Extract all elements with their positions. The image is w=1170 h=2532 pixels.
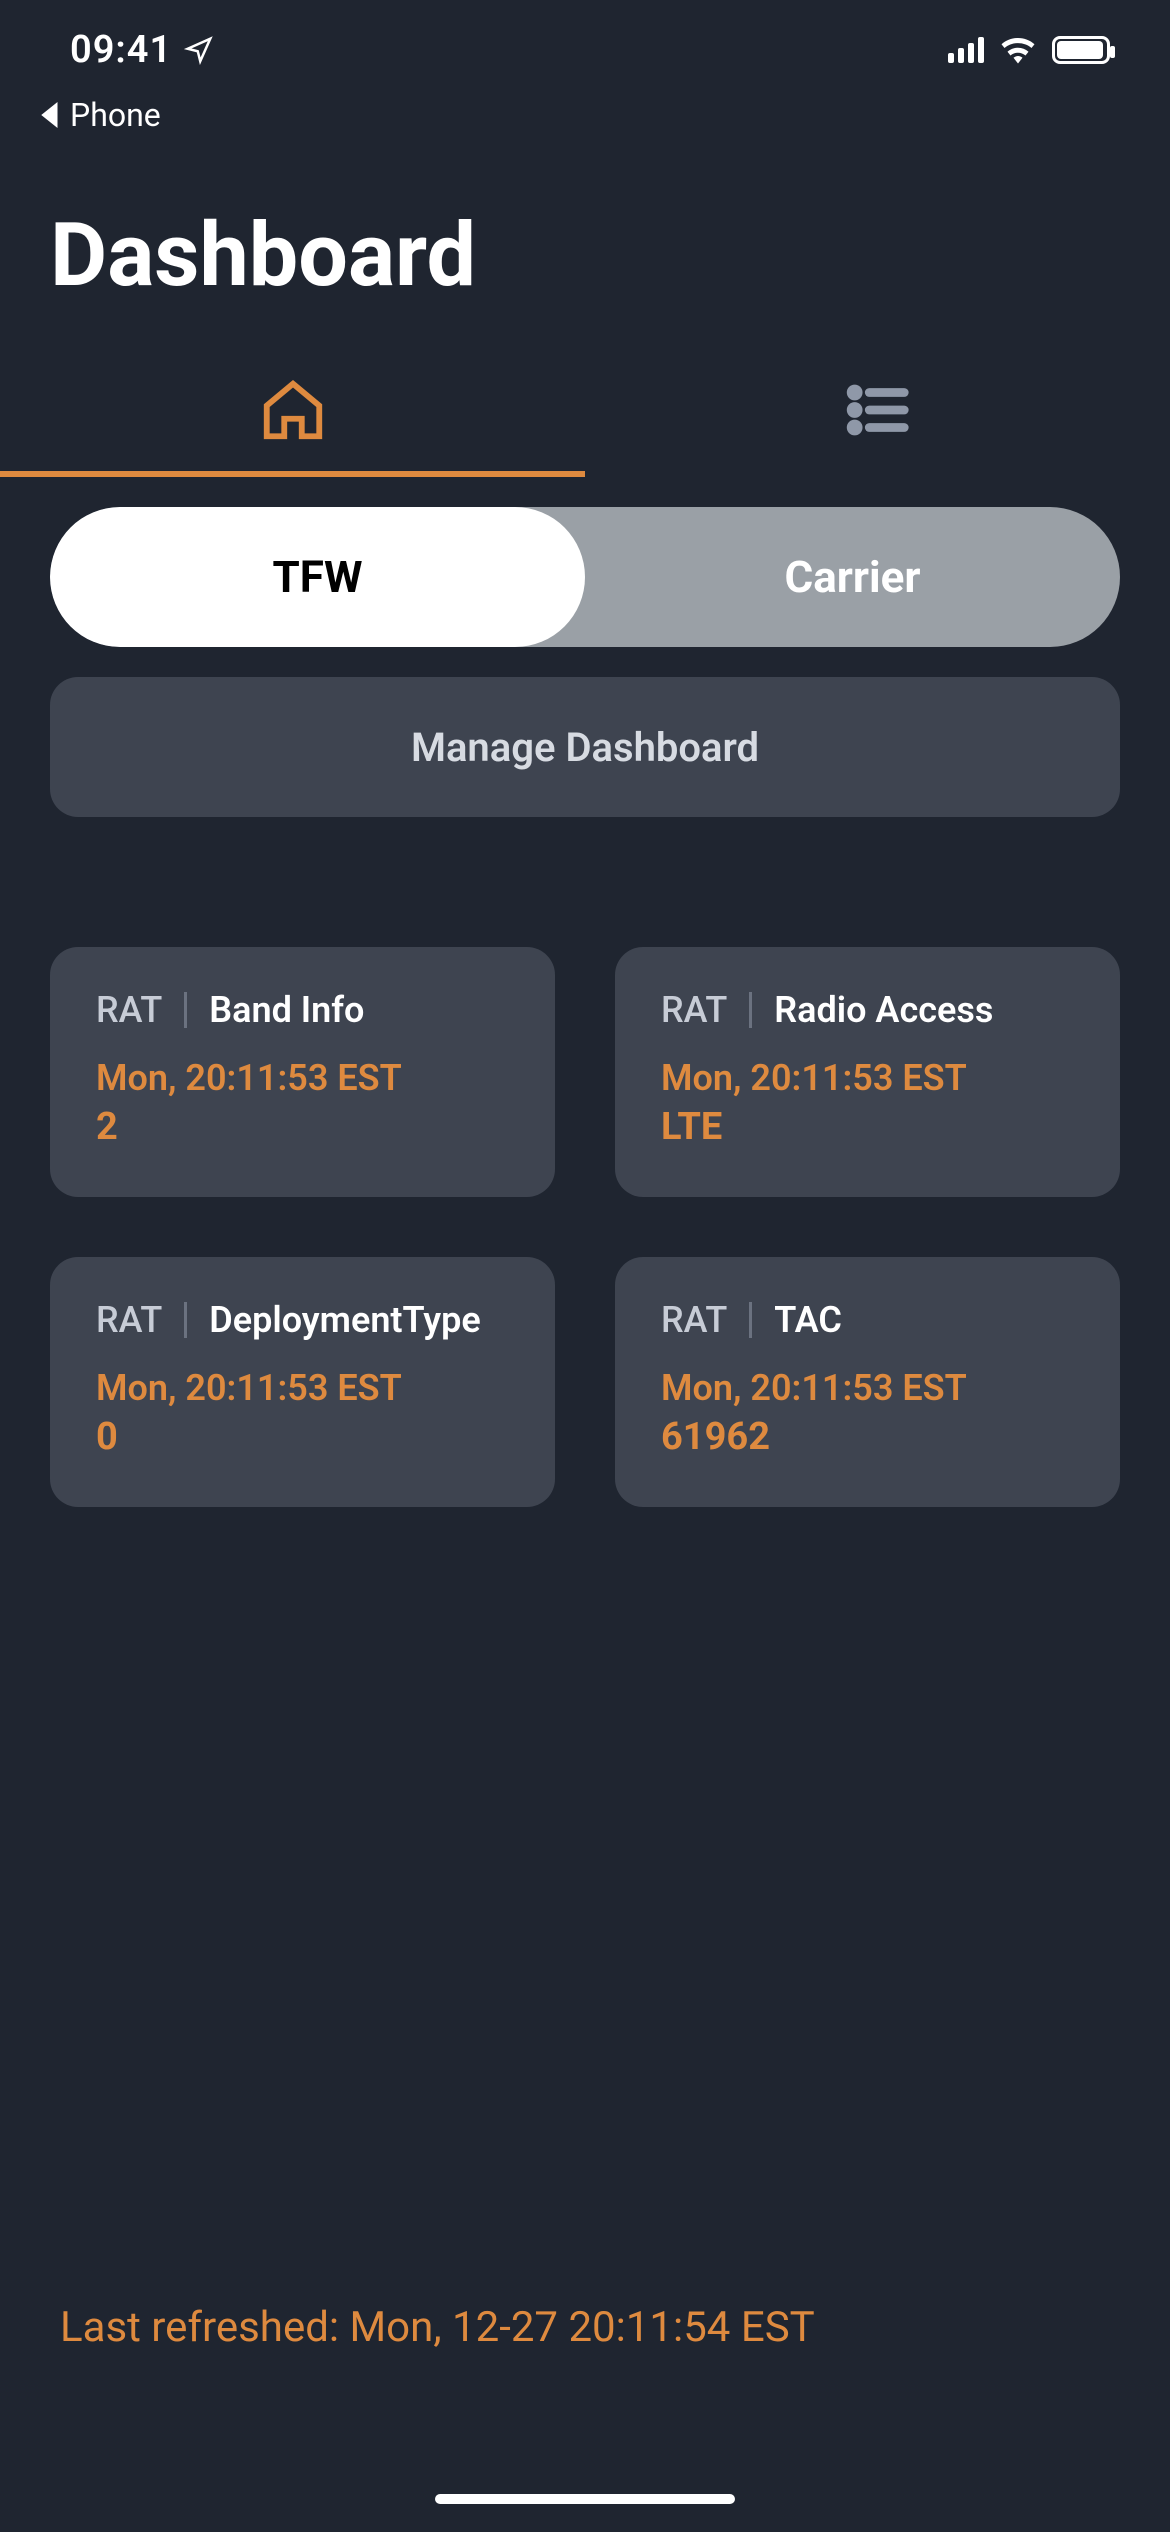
card-grid: RAT Band Info Mon, 20:11:53 EST 2 RAT Ra… [0, 817, 1170, 1507]
card-category: RAT [661, 989, 727, 1031]
card-value: LTE [661, 1105, 1074, 1149]
card-header: RAT Radio Access [661, 989, 1074, 1031]
segment-tfw[interactable]: TFW [50, 507, 585, 647]
card-title: Radio Access [774, 989, 993, 1031]
card-header: RAT TAC [661, 1299, 1074, 1341]
card-value: 0 [96, 1415, 509, 1459]
card-value: 2 [96, 1105, 509, 1149]
card-tac[interactable]: RAT TAC Mon, 20:11:53 EST 61962 [615, 1257, 1120, 1507]
card-header: RAT Band Info [96, 989, 509, 1031]
card-title: Band Info [209, 989, 364, 1031]
card-timestamp: Mon, 20:11:53 EST [96, 1057, 509, 1099]
card-timestamp: Mon, 20:11:53 EST [96, 1367, 509, 1409]
status-bar: 09:41 [0, 0, 1170, 100]
back-caret-icon [40, 102, 62, 128]
card-category: RAT [96, 1299, 162, 1341]
divider-icon [749, 1302, 752, 1338]
page-title: Dashboard [0, 134, 1170, 347]
manage-dashboard-button[interactable]: Manage Dashboard [50, 677, 1120, 817]
status-left: 09:41 [70, 28, 214, 72]
card-category: RAT [661, 1299, 727, 1341]
card-radio-access[interactable]: RAT Radio Access Mon, 20:11:53 EST LTE [615, 947, 1120, 1197]
last-refreshed-value: Mon, 12-27 20:11:54 EST [350, 2303, 815, 2352]
home-indicator[interactable] [435, 2494, 735, 2504]
tab-home[interactable] [0, 347, 585, 477]
last-refreshed-label: Last refreshed: [60, 2303, 350, 2352]
home-icon [258, 375, 328, 449]
view-tabs [0, 347, 1170, 477]
wifi-icon [1000, 36, 1036, 64]
card-deployment-type[interactable]: RAT DeploymentType Mon, 20:11:53 EST 0 [50, 1257, 555, 1507]
segment-carrier[interactable]: Carrier [585, 507, 1120, 647]
card-category: RAT [96, 989, 162, 1031]
divider-icon [749, 992, 752, 1028]
status-time: 09:41 [70, 28, 172, 72]
divider-icon [184, 1302, 187, 1338]
status-right [948, 36, 1110, 64]
card-value: 61962 [661, 1415, 1074, 1459]
divider-icon [184, 992, 187, 1028]
battery-icon [1052, 36, 1110, 64]
card-timestamp: Mon, 20:11:53 EST [661, 1057, 1074, 1099]
list-icon [843, 375, 913, 449]
tab-list[interactable] [585, 347, 1170, 477]
cellular-signal-icon [948, 37, 984, 63]
card-title: TAC [774, 1299, 842, 1341]
card-band-info[interactable]: RAT Band Info Mon, 20:11:53 EST 2 [50, 947, 555, 1197]
segmented-control: TFW Carrier [50, 507, 1120, 647]
card-timestamp: Mon, 20:11:53 EST [661, 1367, 1074, 1409]
back-app-label: Phone [70, 96, 161, 134]
card-title: DeploymentType [209, 1299, 481, 1341]
last-refreshed: Last refreshed: Mon, 12-27 20:11:54 EST [60, 2303, 815, 2352]
location-arrow-icon [184, 35, 214, 65]
back-to-app[interactable]: Phone [0, 96, 1170, 134]
card-header: RAT DeploymentType [96, 1299, 509, 1341]
